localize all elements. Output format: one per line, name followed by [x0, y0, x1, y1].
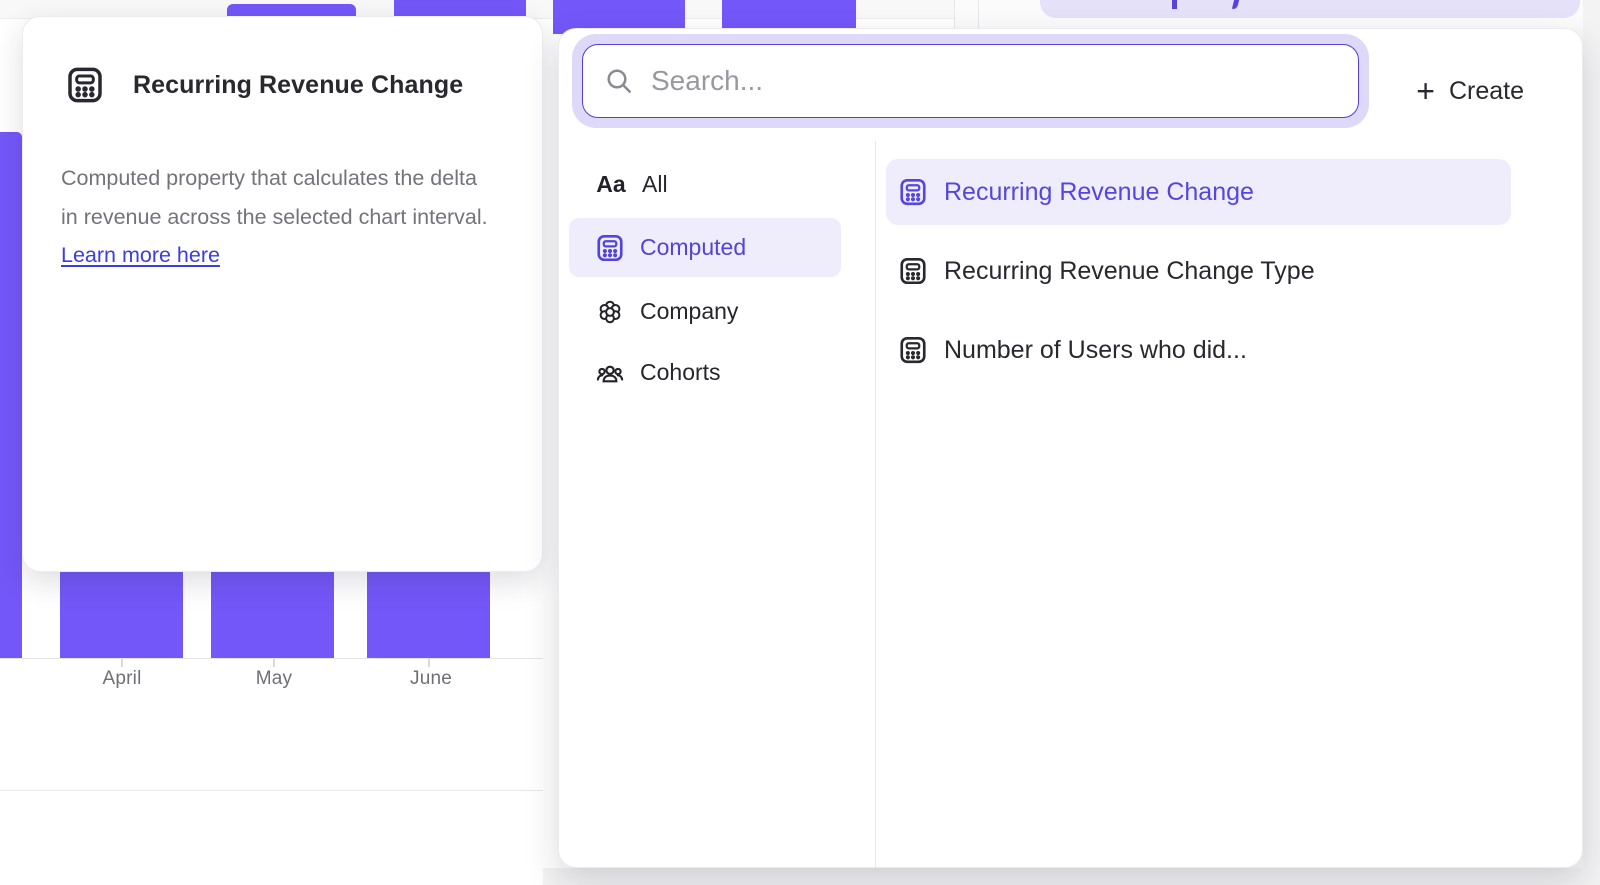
- search-focus-ring: [572, 34, 1369, 128]
- result-recurring-revenue-change-type[interactable]: Recurring Revenue Change Type: [886, 238, 1511, 304]
- property-picker-panel: + Create Aa All Computed Company: [558, 28, 1583, 868]
- page-gutter-right: [1583, 0, 1600, 885]
- company-cluster-icon: [595, 297, 625, 327]
- axis-label-may: May: [256, 668, 293, 690]
- category-computed[interactable]: Computed: [569, 218, 841, 277]
- search-input[interactable]: [651, 65, 1338, 97]
- axis-tick: [428, 659, 430, 667]
- clipped-text-fragment: [1172, 0, 1177, 9]
- axis-tick: [273, 659, 275, 667]
- axis-label-june: June: [410, 668, 452, 690]
- calculator-icon: [65, 65, 105, 105]
- property-title: Recurring Revenue Change: [133, 71, 463, 100]
- calculator-icon: [595, 233, 625, 263]
- axis-label-april: April: [102, 668, 141, 690]
- result-recurring-revenue-change[interactable]: Recurring Revenue Change: [886, 159, 1511, 225]
- background-property-pill[interactable]: [1040, 0, 1580, 18]
- background-section-divider: [0, 790, 543, 791]
- category-all[interactable]: Aa All: [569, 155, 841, 214]
- cohorts-people-icon: [595, 358, 625, 388]
- chart-bar-partial: [0, 132, 22, 658]
- background-card-edge: [978, 0, 979, 28]
- plus-icon: +: [1416, 75, 1435, 107]
- x-axis-line: [0, 658, 543, 659]
- category-cohorts[interactable]: Cohorts: [569, 343, 841, 402]
- column-divider: [875, 141, 876, 868]
- page-gutter-bottom: [543, 868, 1583, 885]
- search-icon: [603, 65, 635, 97]
- axis-tick: [121, 659, 123, 667]
- calculator-icon: [898, 177, 928, 207]
- search-box[interactable]: [582, 44, 1359, 118]
- learn-more-link[interactable]: Learn more here: [61, 243, 220, 267]
- create-button[interactable]: + Create: [1416, 65, 1524, 117]
- calculator-icon: [898, 335, 928, 365]
- calculator-icon: [898, 256, 928, 286]
- app-screenshot: April May June Recurring Revenue Change …: [0, 0, 1600, 885]
- text-aa-icon: Aa: [595, 171, 627, 198]
- property-definition-card: Recurring Revenue Change Computed proper…: [22, 16, 543, 572]
- result-number-of-users-who-did[interactable]: Number of Users who did...: [886, 317, 1511, 383]
- property-description: Computed property that calculates the de…: [61, 159, 499, 275]
- category-company[interactable]: Company: [569, 282, 841, 341]
- background-card-edge: [954, 0, 955, 28]
- property-description-text: Computed property that calculates the de…: [61, 166, 488, 229]
